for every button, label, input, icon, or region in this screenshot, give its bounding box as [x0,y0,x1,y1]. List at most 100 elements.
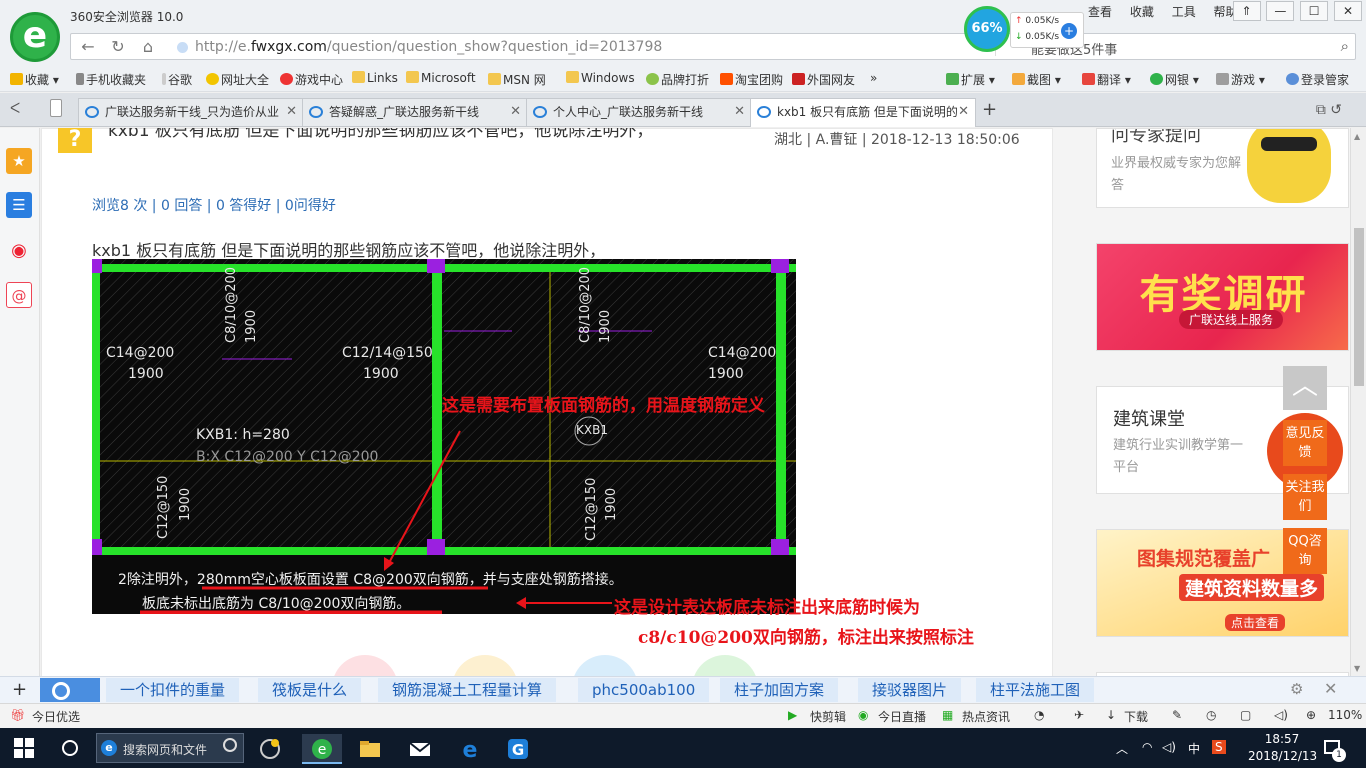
hot-link[interactable]: phc500ab100 [578,678,710,702]
action-circle-pink[interactable] [332,655,398,676]
action-circle-green[interactable] [692,655,758,676]
question-stats[interactable]: 浏览8 次 | 0 回答 | 0 答得好 | 0问得好 [92,195,336,215]
plugin-icon[interactable]: ✈ [1074,708,1084,722]
status-quick-edit[interactable]: 快剪辑 [810,708,846,725]
gear-icon[interactable]: ⚙ [1290,680,1303,698]
refresh-icon[interactable]: ↻ [107,38,129,56]
hot-link[interactable]: 柱子加固方案 [720,678,839,702]
search-icon[interactable]: ⌕ [1341,37,1349,55]
tab-profile[interactable]: 个人中心_广联达服务新干线 ✕ [526,98,752,126]
ext-screenshot[interactable]: 截图 ▾ [1012,71,1061,88]
bookmark-brand[interactable]: 品牌打折 [646,71,709,88]
volume-icon[interactable]: ◁) [1274,708,1288,722]
bookmark-mobile[interactable]: 手机收藏夹 [76,71,146,88]
mail-icon[interactable] [400,734,440,764]
status-live[interactable]: 今日直播 [878,708,926,725]
tab-close-icon[interactable]: ✕ [958,99,969,125]
glodon-app-icon[interactable]: G [498,734,538,764]
sidebar-toggle-icon[interactable] [50,99,62,117]
menu-view[interactable]: 查看 [1088,3,1112,20]
tab-service[interactable]: 广联达服务新干线_只为造价从业 ✕ [78,98,304,126]
clock[interactable]: 18:57 2018/12/13 [1248,731,1317,765]
hot-link[interactable]: 接驳器图片 [858,678,962,702]
tab-qa[interactable]: 答疑解惑_广联达服务新干线 ✕ [302,98,528,126]
edge-browser-icon[interactable]: e [450,734,490,764]
minimize-button[interactable]: — [1266,1,1295,21]
bookmark-microsoft[interactable]: Microsoft [406,71,476,85]
maximize-button[interactable]: ☐ [1300,1,1329,21]
today-picks[interactable]: 今日优选 [32,708,80,725]
search-icon[interactable] [40,678,100,702]
bookmark-taobao[interactable]: 淘宝团购 [720,71,783,88]
ext-translate[interactable]: 翻译 ▾ [1082,71,1131,88]
hot-link[interactable]: 钢筋混凝土工程量计算 [378,678,557,702]
ext-bank[interactable]: 网银 ▾ [1150,71,1199,88]
cortana-icon[interactable] [62,740,78,756]
action-circle-yellow[interactable] [452,655,518,676]
pin-icon[interactable]: ⇑ [1232,1,1261,21]
hot-link[interactable]: 柱平法施工图 [976,678,1095,702]
tab-close-icon[interactable]: ✕ [734,99,745,125]
bookmark-nav[interactable]: 网址大全 [206,71,269,88]
atlas-link[interactable]: 点击查看 [1225,614,1286,631]
zoom-level[interactable]: 110% [1328,708,1362,722]
more-bookmarks-icon[interactable]: » [870,71,877,85]
ext-expand[interactable]: 扩展 ▾ [946,71,995,88]
bookmark-foreign[interactable]: 外国网友 [792,71,855,88]
status-news[interactable]: 热点资讯 [962,708,1010,725]
bookmark-links[interactable]: Links [352,71,398,85]
volume-icon[interactable]: ◁) [1162,740,1176,754]
speed-boost-icon[interactable]: + [1061,23,1077,39]
home-icon[interactable]: ⌂ [137,38,159,56]
scrollbar-thumb[interactable] [1354,228,1364,386]
tray-chevron-icon[interactable]: ︿ [1116,740,1128,757]
bookmark-msn[interactable]: MSN 网 [488,71,546,88]
360-assistant-icon[interactable] [250,734,290,764]
timer-icon[interactable]: ◷ [1206,708,1216,722]
new-tab-button[interactable]: + [982,101,997,119]
tab-restore-icon[interactable]: ⧉ ↺ [1316,102,1342,118]
hot-link[interactable]: 一个扣件的重量 [106,678,240,702]
feedback-button[interactable]: 意见反馈 [1283,420,1327,466]
url-text[interactable]: http://e.fwxgx.com/question/question_sho… [195,39,662,55]
menu-favorites[interactable]: 收藏 [1130,3,1154,20]
ext-login[interactable]: 登录管家 [1286,71,1349,88]
zoom-icon[interactable]: ⊕ [1306,708,1316,722]
bookmark-windows[interactable]: Windows [566,71,635,85]
expert-card[interactable]: 问专家提问 业界最权威专家为您解答 [1096,128,1349,208]
taskbar-search[interactable]: e 搜索网页和文件 [96,733,244,763]
page-scrollbar[interactable]: ▲ ▼ [1350,128,1366,676]
star-icon[interactable]: ★ [6,148,32,174]
network-speed-widget[interactable]: 66% ↑ 0.05K/s ↓ 0.05K/s + [964,6,1088,54]
scroll-up-icon[interactable]: ▲ [1354,132,1360,141]
tab-current-question[interactable]: kxb1 板只有底筋 但是下面说明的 ✕ [750,98,976,127]
speed-icon[interactable]: ◔ [1034,708,1044,722]
mail-icon[interactable]: @ [6,282,32,308]
bookmark-games[interactable]: 游戏中心 [280,71,343,88]
network-icon[interactable]: ◠ [1142,740,1152,754]
close-button[interactable]: ✕ [1334,1,1362,21]
ime-indicator[interactable]: 中 [1188,740,1200,757]
back-to-top-button[interactable]: ︿ [1283,366,1327,410]
360-browser-app[interactable]: e [302,734,342,764]
ext-games[interactable]: 游戏 ▾ [1216,71,1265,88]
window-icon[interactable]: ▢ [1240,708,1251,722]
download-icon[interactable]: ↓ [1106,708,1116,722]
back-arrow-icon[interactable]: ← [77,38,99,56]
windows-start-icon[interactable] [14,738,34,758]
survey-banner[interactable]: 有奖调研 广联达线上服务 [1096,243,1349,351]
clean-icon[interactable]: ✎ [1172,708,1182,722]
add-icon[interactable]: + [12,679,27,700]
weibo-icon[interactable]: ◉ [6,238,32,264]
file-explorer-icon[interactable] [350,734,390,764]
cad-drawing-image[interactable]: C14@200 1900 C12/14@150 1900 C14@200 190… [92,259,796,614]
scroll-down-icon[interactable]: ▼ [1354,664,1360,673]
list-icon[interactable]: ☰ [6,192,32,218]
menu-tools[interactable]: 工具 [1172,3,1196,20]
sogou-ime-icon[interactable]: S [1212,740,1226,754]
action-circle-blue[interactable] [572,655,638,676]
close-icon[interactable]: ✕ [1324,679,1337,698]
bookmark-favorites[interactable]: 收藏 ▾ [10,71,59,88]
follow-us-button[interactable]: 关注我们 [1283,474,1327,520]
hot-link[interactable]: 筏板是什么 [258,678,362,702]
